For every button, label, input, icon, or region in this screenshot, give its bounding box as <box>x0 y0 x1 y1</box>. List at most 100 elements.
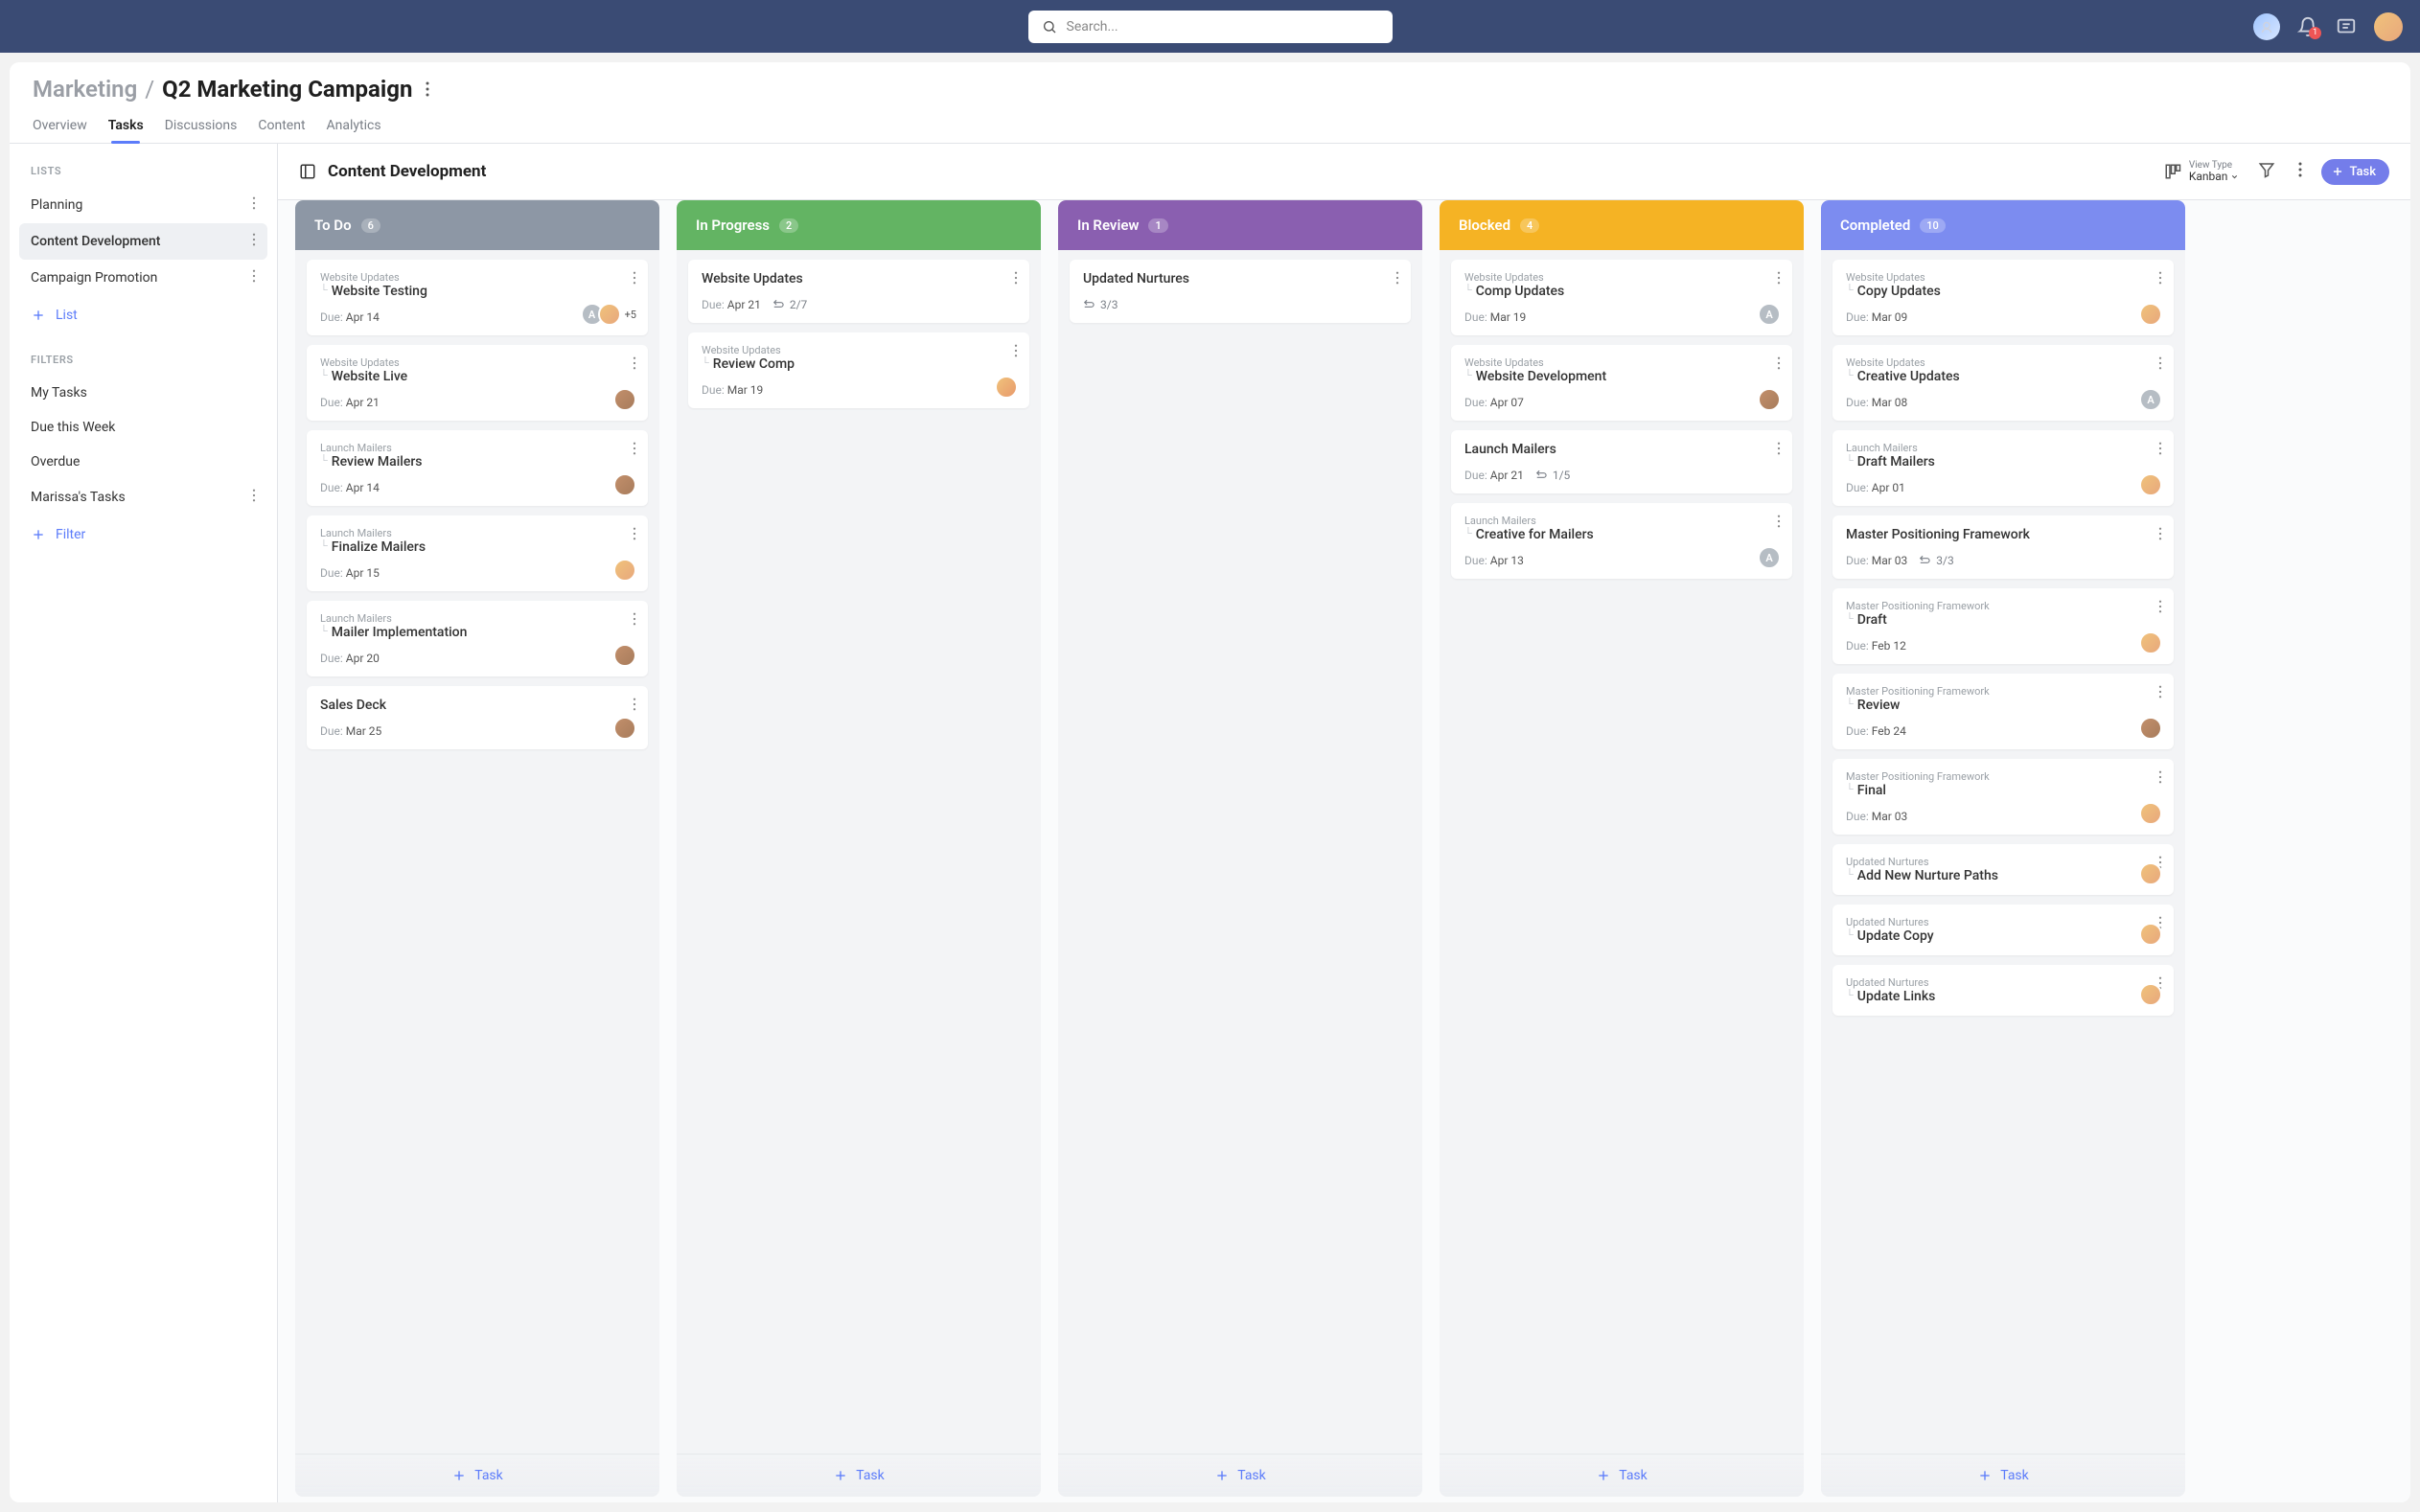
task-card[interactable]: Updated Nurtures└Update Links <box>1832 965 2174 1016</box>
card-options-icon[interactable] <box>1775 513 1783 534</box>
card-options-icon[interactable] <box>2156 440 2164 461</box>
due-date: Mar 19 <box>1490 310 1527 324</box>
task-card[interactable]: Website Updates└Creative UpdatesDue: Mar… <box>1832 345 2174 421</box>
card-options-icon[interactable] <box>631 610 638 631</box>
task-card[interactable]: Updated Nurtures└Update Copy <box>1832 905 2174 955</box>
card-title: Add New Nurture Paths <box>1857 868 1998 883</box>
board-icon <box>299 163 316 180</box>
task-card[interactable]: Launch Mailers└Creative for MailersDue: … <box>1451 503 1792 579</box>
sidebar-filter-overdue[interactable]: Overdue <box>19 445 267 479</box>
task-card[interactable]: Website Updates└Website LiveDue: Apr 21 <box>307 345 648 421</box>
tab-analytics[interactable]: Analytics <box>327 110 381 143</box>
sidebar-item-label: Planning <box>31 197 82 213</box>
board-options-icon[interactable] <box>2294 158 2306 185</box>
task-card[interactable]: Launch Mailers└Review MailersDue: Apr 14 <box>307 430 648 506</box>
column-header: Blocked4 <box>1440 200 1804 250</box>
due-label: Due: <box>1846 310 1869 324</box>
add-task-button[interactable]: Task <box>295 1454 659 1497</box>
sidebar-item-menu-icon[interactable] <box>252 233 256 250</box>
due-date: Apr 01 <box>1872 481 1905 494</box>
due-date: Apr 15 <box>346 566 380 580</box>
card-assignees <box>2139 983 2162 1006</box>
card-title: Comp Updates <box>1476 284 1564 299</box>
sidebar-filter-due-this-week[interactable]: Due this Week <box>19 410 267 445</box>
assistant-icon[interactable] <box>2253 13 2280 40</box>
filter-icon[interactable] <box>2254 157 2279 186</box>
card-options-icon[interactable] <box>1012 269 1020 290</box>
task-card[interactable]: Launch Mailers└Mailer ImplementationDue:… <box>307 601 648 676</box>
task-card[interactable]: Master Positioning Framework└ReviewDue: … <box>1832 674 2174 749</box>
card-options-icon[interactable] <box>631 525 638 546</box>
add-list-button[interactable]: List <box>19 296 267 334</box>
card-parent: Website Updates <box>1464 271 1779 284</box>
task-card[interactable]: Launch Mailers└Finalize MailersDue: Apr … <box>307 515 648 591</box>
card-options-icon[interactable] <box>2156 683 2164 704</box>
board-title: Content Development <box>328 162 486 181</box>
view-type-selector[interactable]: View Type Kanban <box>2164 160 2240 183</box>
add-task-button[interactable]: Task <box>1821 1454 2185 1497</box>
sidebar-list-content-development[interactable]: Content Development <box>19 223 267 260</box>
task-card[interactable]: Updated Nurtures3/3 <box>1070 260 1411 323</box>
add-task-button[interactable]: Task <box>1058 1454 1422 1497</box>
due-label: Due: <box>1846 396 1869 409</box>
sidebar-item-menu-icon[interactable] <box>252 489 256 506</box>
sidebar-filter-my-tasks[interactable]: My Tasks <box>19 376 267 410</box>
user-avatar[interactable] <box>2374 12 2403 41</box>
task-card[interactable]: Sales DeckDue: Mar 25 <box>307 686 648 749</box>
sidebar-list-campaign-promotion[interactable]: Campaign Promotion <box>19 260 267 296</box>
card-options-icon[interactable] <box>1775 269 1783 290</box>
page-options-icon[interactable] <box>422 78 433 101</box>
task-card[interactable]: Launch MailersDue: Apr 211/5 <box>1451 430 1792 493</box>
task-card[interactable]: Updated Nurtures└Add New Nurture Paths <box>1832 844 2174 895</box>
sidebar-item-menu-icon[interactable] <box>252 269 256 286</box>
task-card[interactable]: Website Updates└Website DevelopmentDue: … <box>1451 345 1792 421</box>
task-card[interactable]: Launch Mailers└Draft MailersDue: Apr 01 <box>1832 430 2174 506</box>
card-options-icon[interactable] <box>631 355 638 376</box>
card-parent: Master Positioning Framework <box>1846 770 2160 783</box>
card-options-icon[interactable] <box>2156 768 2164 790</box>
card-options-icon[interactable] <box>2156 525 2164 546</box>
task-card[interactable]: Website Updates└Website TestingDue: Apr … <box>307 260 648 335</box>
card-options-icon[interactable] <box>1775 355 1783 376</box>
card-title: Launch Mailers <box>1464 442 1556 457</box>
search-input[interactable]: Search... <box>1028 11 1393 43</box>
add-filter-button[interactable]: Filter <box>19 515 267 554</box>
card-assignees <box>2139 862 2162 885</box>
card-options-icon[interactable] <box>1394 269 1401 290</box>
due-label: Due: <box>320 724 343 738</box>
card-options-icon[interactable] <box>2156 355 2164 376</box>
task-card[interactable]: Master Positioning Framework└FinalDue: M… <box>1832 759 2174 835</box>
tab-content[interactable]: Content <box>258 110 305 143</box>
tab-discussions[interactable]: Discussions <box>165 110 238 143</box>
task-card[interactable]: Website Updates└Review CompDue: Mar 19 <box>688 332 1029 408</box>
chat-icon[interactable] <box>2336 16 2357 37</box>
breadcrumb-parent[interactable]: Marketing <box>33 76 137 103</box>
card-options-icon[interactable] <box>1012 342 1020 363</box>
add-task-button[interactable]: Task <box>1440 1454 1804 1497</box>
due-date: Apr 21 <box>1490 469 1524 482</box>
due-label: Due: <box>1464 396 1487 409</box>
card-options-icon[interactable] <box>631 696 638 717</box>
card-options-icon[interactable] <box>2156 269 2164 290</box>
tab-overview[interactable]: Overview <box>33 110 87 143</box>
subtask-indent-icon: └ <box>1464 369 1472 381</box>
card-options-icon[interactable] <box>1775 440 1783 461</box>
task-card[interactable]: Master Positioning FrameworkDue: Mar 033… <box>1832 515 2174 579</box>
new-task-button[interactable]: Task <box>2321 159 2389 185</box>
task-card[interactable]: Master Positioning Framework└DraftDue: F… <box>1832 588 2174 664</box>
card-options-icon[interactable] <box>631 269 638 290</box>
sidebar-item-menu-icon[interactable] <box>252 196 256 214</box>
card-options-icon[interactable] <box>631 440 638 461</box>
card-assignees <box>2139 473 2162 496</box>
task-card[interactable]: Website Updates└Copy UpdatesDue: Mar 09 <box>1832 260 2174 335</box>
tab-tasks[interactable]: Tasks <box>108 110 144 143</box>
due-date: Apr 21 <box>727 298 761 311</box>
sidebar-filter-marissa-s-tasks[interactable]: Marissa's Tasks <box>19 479 267 515</box>
add-task-button[interactable]: Task <box>677 1454 1041 1497</box>
task-card[interactable]: Website UpdatesDue: Apr 212/7 <box>688 260 1029 323</box>
sidebar-list-planning[interactable]: Planning <box>19 187 267 223</box>
task-card[interactable]: Website Updates└Comp UpdatesDue: Mar 19A <box>1451 260 1792 335</box>
notifications-icon[interactable]: 1 <box>2297 16 2318 37</box>
card-options-icon[interactable] <box>2156 598 2164 619</box>
due-label: Due: <box>702 383 725 397</box>
